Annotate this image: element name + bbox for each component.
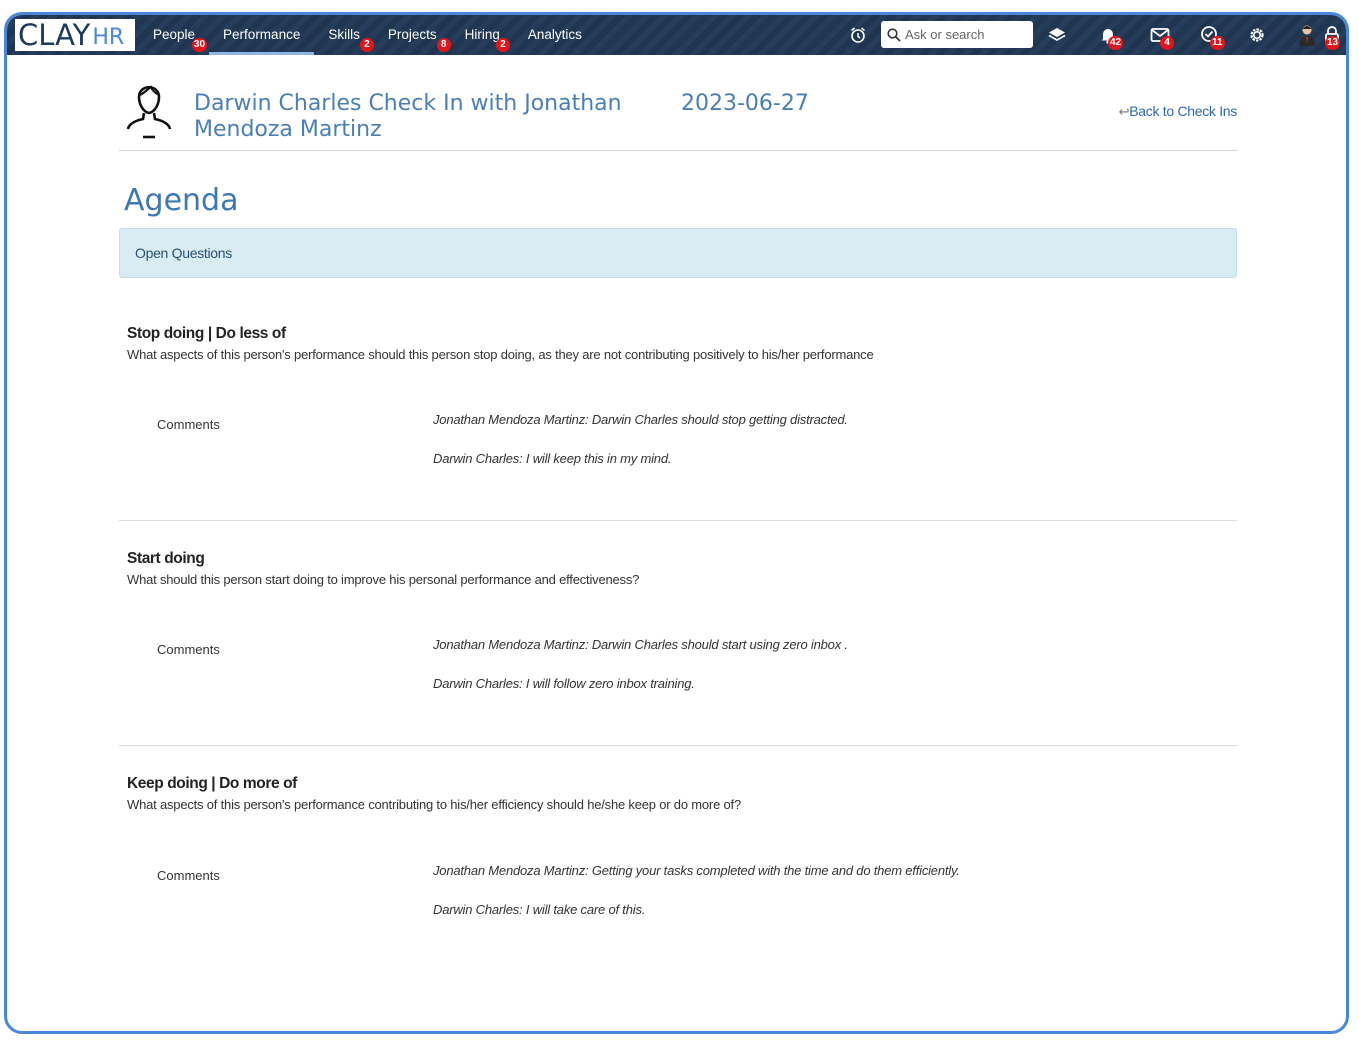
comment-text: Darwin Charles: I will follow zero inbox… [433,676,695,691]
lock-icon[interactable]: 13 [1317,15,1346,55]
app-window: CLAY HR People 30 Performance Skills 2 P… [4,12,1349,1034]
question-description: What should this person start doing to i… [127,572,640,587]
question-stop-doing: Stop doing | Do less of What aspects of … [119,325,1237,521]
approvals-badge: 11 [1210,36,1225,50]
search-input[interactable] [905,27,1025,42]
comment-text: Darwin Charles: I will keep this in my m… [433,451,672,466]
nav-hiring-label: Hiring [464,27,500,42]
back-link-label: Back to Check Ins [1129,103,1237,119]
nav-performance[interactable]: Performance [209,15,315,55]
question-keep-doing: Keep doing | Do more of What aspects of … [119,775,1237,971]
back-to-checkins-link[interactable]: ↩Back to Check Ins [1118,103,1238,120]
person-outline-icon [126,85,172,139]
search-icon [887,27,901,42]
nav-analytics[interactable]: Analytics [514,15,596,55]
open-questions-panel: Open Questions [119,228,1237,278]
search-box[interactable] [881,21,1033,48]
nav-projects[interactable]: Projects 8 [374,15,451,55]
approvals-check-icon[interactable]: 11 [1195,15,1225,55]
notifications-bell-icon[interactable]: 42 [1093,15,1124,55]
agenda-heading: Agenda [124,183,239,218]
checkin-date: 2023-06-27 [681,91,809,116]
nav-analytics-label: Analytics [527,27,582,42]
comment-text: Jonathan Mendoza Martinz: Darwin Charles… [433,412,848,427]
nav-projects-label: Projects [387,27,437,42]
checkin-header: Darwin Charles Check In with Jonathan Me… [119,75,1237,151]
nav-performance-label: Performance [223,27,301,42]
comments-label: Comments [157,642,220,657]
comment-text: Jonathan Mendoza Martinz: Darwin Charles… [433,637,848,652]
alarm-clock-icon[interactable] [843,15,873,55]
nav-projects-badge: 8 [436,38,451,52]
question-description: What aspects of this person's performanc… [127,797,741,812]
nav-people-badge: 30 [191,38,208,52]
open-questions-label: Open Questions [135,245,232,261]
messages-badge: 4 [1160,36,1174,50]
back-arrow-icon: ↩ [1118,104,1130,119]
question-title: Keep doing | Do more of [127,775,297,792]
nav-hiring[interactable]: Hiring 2 [451,15,514,55]
logo-hr-text: HR [92,25,125,50]
clayhr-logo[interactable]: CLAY HR [15,19,135,51]
logo-clay-text: CLAY [18,17,91,52]
lock-badge: 13 [1325,36,1341,50]
main-nav: People 30 Performance Skills 2 Projects … [139,15,596,55]
comments-label: Comments [157,868,220,883]
gear-icon[interactable] [1242,15,1272,55]
nav-skills[interactable]: Skills 2 [314,15,374,55]
question-description: What aspects of this person's performanc… [127,347,874,362]
top-navbar: CLAY HR People 30 Performance Skills 2 P… [7,15,1346,55]
nav-skills-badge: 2 [359,38,374,52]
nav-hiring-badge: 2 [495,38,510,52]
mail-icon[interactable]: 4 [1145,15,1175,55]
nav-people[interactable]: People 30 [139,15,209,55]
comments-label: Comments [157,417,220,432]
nav-people-label: People [153,27,196,42]
page-title: Darwin Charles Check In with Jonathan Me… [194,91,622,142]
question-start-doing: Start doing What should this person star… [119,550,1237,746]
layers-icon[interactable] [1042,15,1072,55]
question-title: Stop doing | Do less of [127,325,286,342]
question-title: Start doing [127,550,205,567]
comment-text: Darwin Charles: I will take care of this… [433,902,646,917]
notifications-badge: 42 [1108,36,1124,50]
comment-text: Jonathan Mendoza Martinz: Getting your t… [433,863,960,878]
nav-skills-label: Skills [328,27,360,42]
